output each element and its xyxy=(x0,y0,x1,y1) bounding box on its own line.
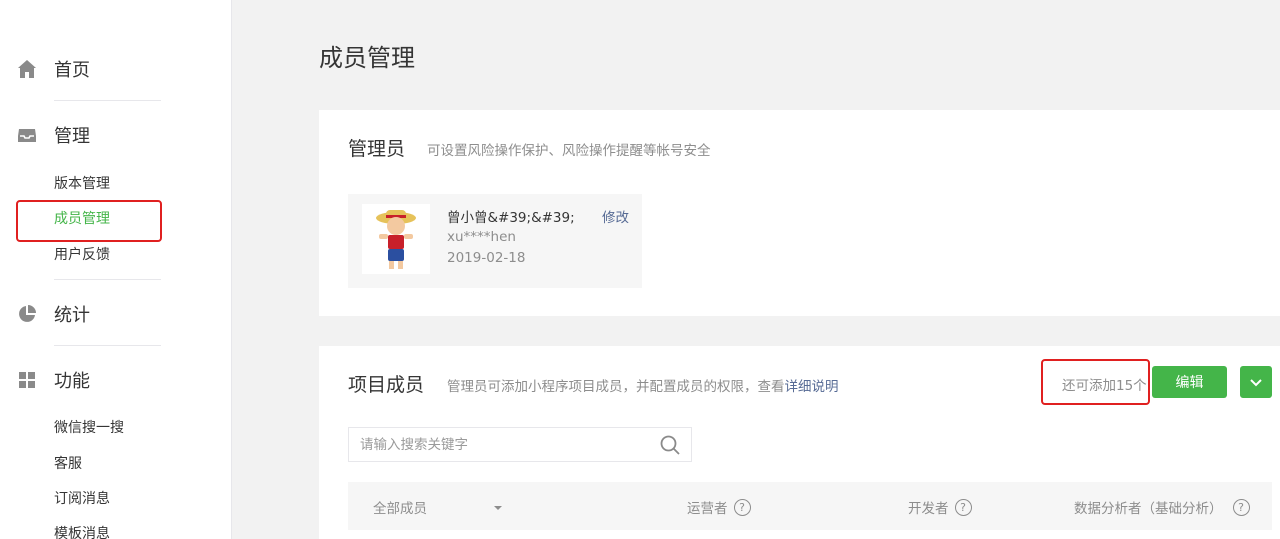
help-icon[interactable]: ? xyxy=(954,498,972,516)
admin-account: xu****hen xyxy=(447,229,516,245)
search-icon[interactable] xyxy=(659,434,681,460)
nav-manage-label: 管理 xyxy=(54,126,90,147)
column-analyst: 数据分析者（基础分析） ? xyxy=(1074,497,1250,517)
sidebar-item-subscribe-msg[interactable]: 订阅消息 xyxy=(54,489,110,509)
member-table-header: 全部成员 运营者 ? 开发者 ? 数据分析者（基础分析） ? xyxy=(348,482,1272,530)
nav-features-label: 功能 xyxy=(54,371,90,392)
grid-icon xyxy=(16,369,38,391)
admin-description: 可设置风险操作保护、风险操作提醒等帐号安全 xyxy=(427,143,711,159)
nav-home[interactable]: 首页 xyxy=(16,55,90,83)
inbox-icon xyxy=(16,124,38,146)
home-icon xyxy=(16,58,38,80)
nav-stats-label: 统计 xyxy=(54,305,90,326)
sidebar-item-feedback[interactable]: 用户反馈 xyxy=(54,245,110,265)
chevron-down-icon xyxy=(1249,373,1263,392)
detail-link[interactable]: 详细说明 xyxy=(785,379,839,395)
annotation-box xyxy=(1041,359,1150,405)
members-description-text: 管理员可添加小程序项目成员，并配置成员的权限，查看 xyxy=(447,379,785,395)
avatar xyxy=(362,204,430,274)
admin-edit-link[interactable]: 修改 xyxy=(602,206,629,226)
filter-all-members[interactable]: 全部成员 xyxy=(373,497,503,517)
admin-name: 曾小曾&#39;&#39; xyxy=(447,210,575,226)
admin-info: 曾小曾&#39;&#39; 修改 xu****hen 2019-02-18 xyxy=(348,194,642,288)
member-search xyxy=(348,427,692,462)
column-analyst-label: 数据分析者（基础分析） xyxy=(1074,501,1223,517)
nav-home-label: 首页 xyxy=(54,60,90,81)
annotation-box xyxy=(16,200,162,242)
members-heading: 项目成员 xyxy=(348,374,425,396)
admin-heading: 管理员 xyxy=(348,138,406,160)
divider xyxy=(54,345,161,346)
column-developer: 开发者 ? xyxy=(908,497,972,517)
sidebar-item-template-msg[interactable]: 模板消息 xyxy=(54,524,110,539)
nav-stats[interactable]: 统计 xyxy=(16,300,90,328)
nav-features[interactable]: 功能 xyxy=(16,366,90,394)
column-all-members: 全部成员 xyxy=(373,501,427,517)
admin-date: 2019-02-18 xyxy=(447,250,526,266)
column-operator: 运营者 ? xyxy=(687,497,751,517)
help-icon[interactable]: ? xyxy=(1232,498,1250,516)
divider xyxy=(54,100,161,101)
more-dropdown-button[interactable] xyxy=(1240,366,1272,398)
pie-chart-icon xyxy=(16,303,38,325)
search-input[interactable] xyxy=(349,428,649,461)
divider xyxy=(54,279,161,280)
members-description: 管理员可添加小程序项目成员，并配置成员的权限，查看详细说明 xyxy=(447,375,839,395)
caret-down-icon xyxy=(493,499,503,515)
sidebar: 首页 管理 版本管理 成员管理 用户反馈 统计 功能 微信搜一搜 客服 订阅消息… xyxy=(0,0,232,539)
column-developer-label: 开发者 xyxy=(908,501,949,517)
edit-button[interactable]: 编辑 xyxy=(1152,366,1227,398)
help-icon[interactable]: ? xyxy=(733,498,751,516)
sidebar-item-version[interactable]: 版本管理 xyxy=(54,174,110,194)
sidebar-item-wechat-search[interactable]: 微信搜一搜 xyxy=(54,418,124,438)
admin-card: 管理员 可设置风险操作保护、风险操作提醒等帐号安全 曾小曾&#39;&#39; … xyxy=(319,110,1280,316)
page-title: 成员管理 xyxy=(319,44,415,72)
column-operator-label: 运营者 xyxy=(687,501,728,517)
nav-manage[interactable]: 管理 xyxy=(16,121,90,149)
sidebar-item-customer-service[interactable]: 客服 xyxy=(54,454,82,474)
